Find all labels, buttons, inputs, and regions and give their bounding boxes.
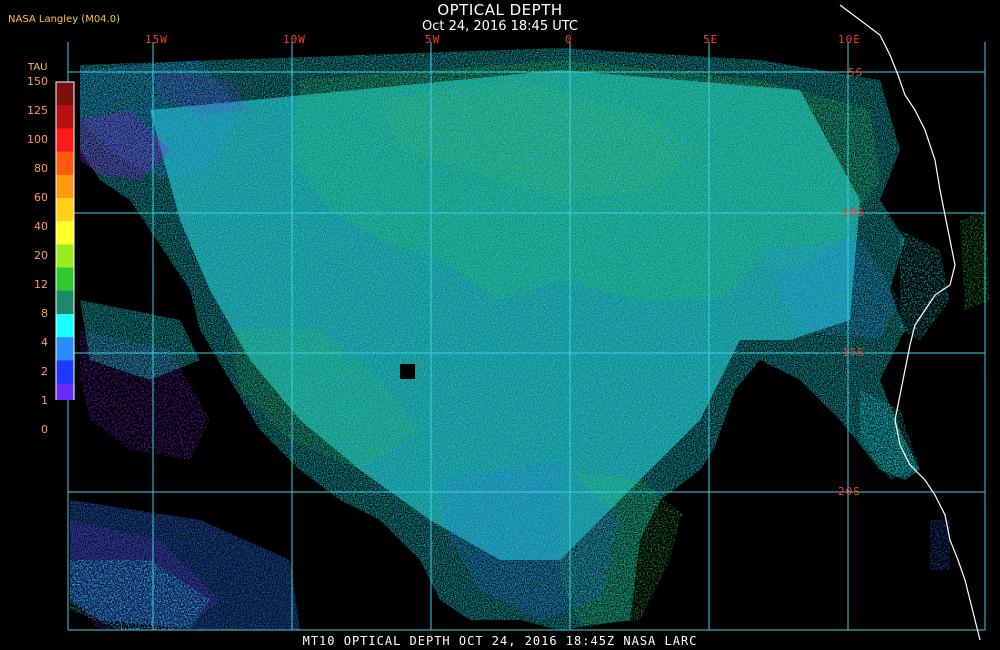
legend-swatch xyxy=(56,198,74,222)
footer-caption: MT10 OPTICAL DEPTH OCT 24, 2016 18:45Z N… xyxy=(302,634,698,648)
legend-tick-label: 4 xyxy=(41,336,48,349)
legend-tick-label: 100 xyxy=(27,133,48,146)
legend-swatch xyxy=(56,337,74,361)
lon-label-15w: 15W xyxy=(145,33,168,46)
legend-tick-label: 60 xyxy=(34,191,48,204)
lon-label-5w: 5W xyxy=(425,33,441,46)
legend-swatch xyxy=(56,314,74,338)
cloud-field xyxy=(70,48,990,630)
legend-tick-label: 0 xyxy=(41,423,48,436)
map-title: OPTICAL DEPTH xyxy=(437,1,563,19)
legend-tick-label: 80 xyxy=(34,162,48,175)
legend-swatch xyxy=(56,151,74,176)
legend-tick-label: 125 xyxy=(27,104,48,117)
legend-tick-label: 12 xyxy=(34,278,48,291)
legend-swatch xyxy=(56,267,74,292)
lon-label-10e: 10E xyxy=(838,33,861,46)
lat-label-5s: 5S xyxy=(848,66,864,79)
lat-label-10s: 10S xyxy=(842,206,865,219)
legend-swatch xyxy=(56,174,74,199)
legend-tick-label: 1 xyxy=(41,394,48,407)
map-timestamp: Oct 24, 2016 18:45 UTC xyxy=(422,19,578,34)
legend-swatch xyxy=(56,290,74,315)
legend-swatch xyxy=(56,105,74,129)
clear-sky-pixel xyxy=(400,364,415,379)
cloud-optical-depth-map xyxy=(67,4,990,641)
optical-depth-satellite-image: OPTICAL DEPTH Oct 24, 2016 18:45 UTC NAS… xyxy=(0,0,1000,650)
lat-label-15s: 15S xyxy=(842,346,865,359)
lat-label-20s: 20S xyxy=(838,485,861,498)
lon-label-10w: 10W xyxy=(283,33,306,46)
legend-swatch xyxy=(56,360,74,385)
legend-swatch xyxy=(56,128,74,153)
lon-label-0: 0 xyxy=(565,33,573,46)
legend-tick-label: 2 xyxy=(41,365,48,378)
cloud-coast-cyan xyxy=(900,230,950,340)
legend-swatch xyxy=(56,221,74,245)
legend-tick-label: 20 xyxy=(34,249,48,262)
legend-tick-label: 8 xyxy=(41,307,48,320)
lon-label-5e: 5E xyxy=(703,33,719,46)
legend-tick-label: 40 xyxy=(34,220,48,233)
legend-swatch xyxy=(56,82,74,106)
legend-swatch xyxy=(56,383,74,400)
legend-tick-label: 150 xyxy=(27,75,48,88)
legend-swatch xyxy=(56,244,74,269)
